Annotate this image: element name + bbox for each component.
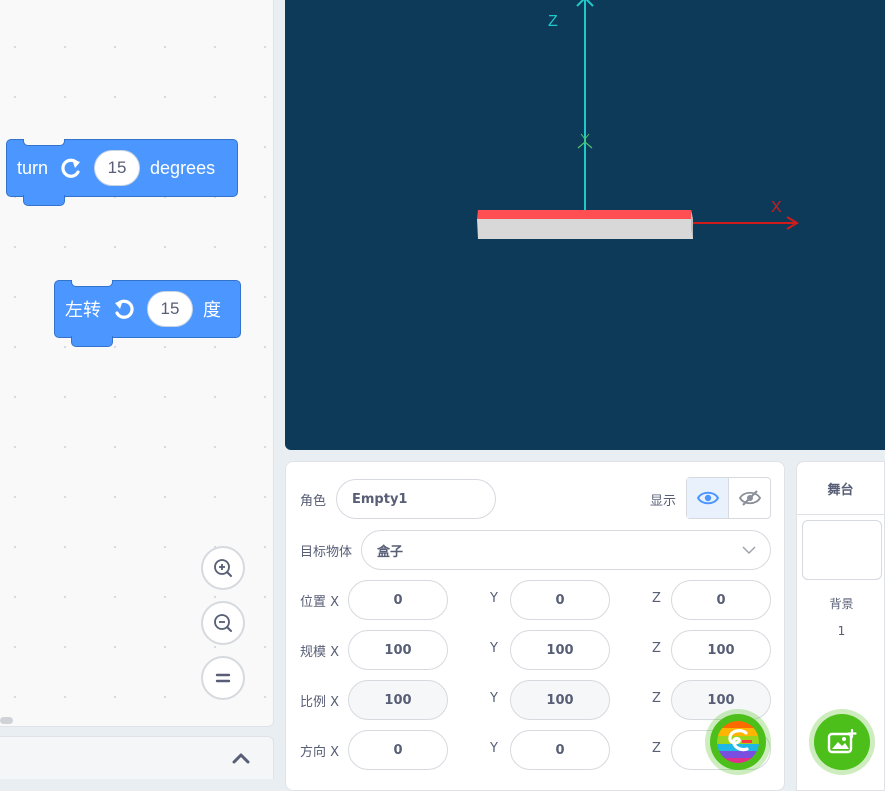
turn-right-label: turn <box>17 157 49 178</box>
bottom-drawer-bar <box>0 736 274 779</box>
sprite-name-input[interactable]: Empty1 <box>336 479 496 519</box>
eye-icon <box>696 491 719 505</box>
turn-left-degrees-input[interactable]: 15 <box>147 291 193 327</box>
chevron-down-icon <box>742 546 756 554</box>
position-x-label: 位置 X <box>300 595 340 610</box>
zoom-out-button[interactable] <box>201 601 245 645</box>
add-backdrop-icon <box>827 729 857 754</box>
show-button[interactable] <box>687 478 729 518</box>
turn-left-label: 左转 <box>65 300 101 320</box>
direction-y-label: Y <box>490 741 498 756</box>
rotate-right-icon <box>61 158 81 178</box>
zoom-reset-button[interactable] <box>201 656 245 700</box>
sprite-library-icon <box>717 721 759 763</box>
show-label: 显示 <box>650 494 677 509</box>
box-top-face <box>477 210 693 219</box>
zoom-in-button[interactable] <box>201 546 245 590</box>
block-tab <box>71 336 113 347</box>
choose-backdrop-button[interactable] <box>814 714 870 770</box>
position-y-label: Y <box>490 591 498 606</box>
turn-right-suffix: degrees <box>150 157 216 178</box>
backdrop-label: 背景 <box>829 597 854 611</box>
box-front-face <box>477 219 693 239</box>
turn-right-block[interactable]: turn 15 degrees <box>6 139 238 206</box>
position-y-input[interactable]: 0 <box>510 580 610 620</box>
scale-y-input[interactable]: 100 <box>510 680 610 720</box>
x-axis-label: X <box>771 199 782 216</box>
stage-thumbnail[interactable] <box>802 520 882 580</box>
target-object-value: 盒子 <box>377 544 404 560</box>
scale-z-input[interactable]: 100 <box>671 680 771 720</box>
size-x-label: 规模 X <box>300 645 340 660</box>
size-z-input[interactable]: 100 <box>671 630 771 670</box>
block-notch <box>23 139 65 146</box>
scale-x-label: 比例 X <box>300 695 340 710</box>
scene-viewport: Z X <box>477 0 799 239</box>
direction-z-label: Z <box>652 741 661 756</box>
eye-off-icon <box>738 490 761 506</box>
size-z-label: Z <box>652 641 661 656</box>
position-z-label: Z <box>652 591 661 606</box>
rotate-left-icon <box>115 299 134 319</box>
size-y-label: Y <box>490 641 498 656</box>
direction-x-label: 方向 X <box>300 745 340 760</box>
chevron-up-icon[interactable] <box>231 751 251 765</box>
zoom-in-icon <box>214 559 232 577</box>
hide-button[interactable] <box>729 478 770 518</box>
position-z-input[interactable]: 0 <box>671 580 771 620</box>
backdrop-count: 1 <box>837 624 846 638</box>
size-y-input[interactable]: 100 <box>510 630 610 670</box>
block-tab <box>23 195 65 206</box>
code-workspace[interactable]: turn 15 degrees 左转 15 度 <box>0 0 274 727</box>
scale-x-input[interactable]: 100 <box>348 680 448 720</box>
direction-y-input[interactable]: 0 <box>510 730 610 770</box>
turn-right-degrees-input[interactable]: 15 <box>94 150 141 186</box>
zoom-out-icon <box>214 614 232 632</box>
choose-sprite-button[interactable] <box>710 714 766 770</box>
scale-y-label: Y <box>490 691 498 706</box>
direction-x-input[interactable]: 0 <box>348 730 448 770</box>
visibility-toggle <box>686 477 771 519</box>
stage-canvas[interactable]: Z X <box>285 0 885 450</box>
z-axis-label: Z <box>548 13 558 30</box>
position-x-input[interactable]: 0 <box>348 580 448 620</box>
turn-left-suffix: 度 <box>203 300 221 320</box>
target-object-label: 目标物体 <box>300 545 353 560</box>
zoom-reset-icon <box>215 673 231 683</box>
sprite-name-label: 角色 <box>300 494 327 509</box>
turn-left-block[interactable]: 左转 15 度 <box>54 280 241 347</box>
block-notch <box>71 280 113 287</box>
scale-z-label: Z <box>652 691 661 706</box>
size-x-input[interactable]: 100 <box>348 630 448 670</box>
horizontal-scrollbar[interactable] <box>0 717 13 724</box>
stage-title: 舞台 <box>797 462 884 515</box>
target-object-select[interactable]: 盒子 <box>361 530 771 570</box>
